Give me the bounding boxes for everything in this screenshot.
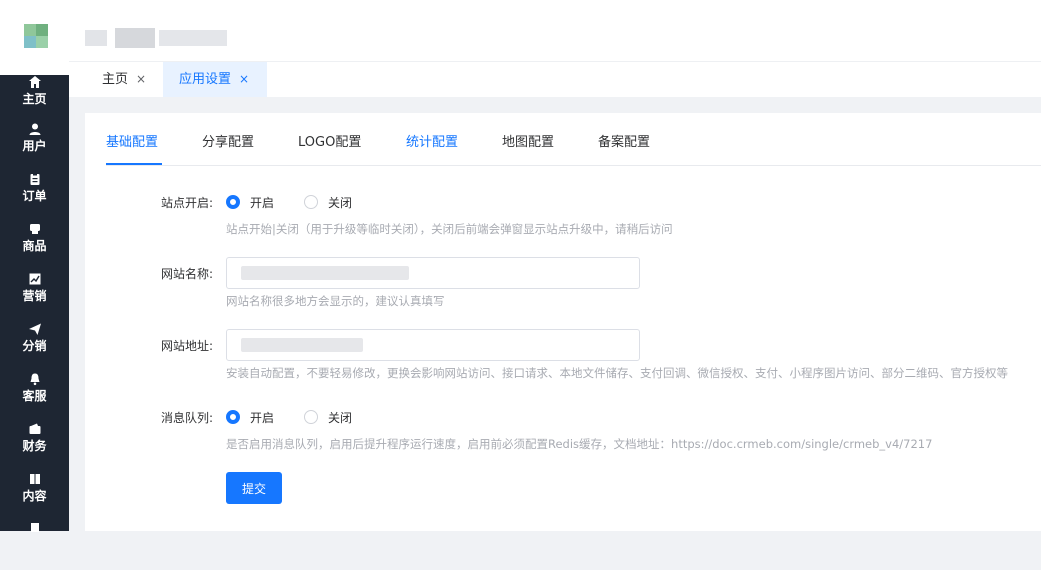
wallet-icon bbox=[29, 423, 40, 434]
home-icon bbox=[28, 76, 41, 88]
queue-on-label[interactable]: 开启 bbox=[250, 409, 274, 426]
blurred-header-title bbox=[85, 28, 227, 48]
tabs-divider bbox=[106, 165, 1041, 166]
tab-label: 主页 bbox=[102, 72, 129, 87]
queue-off-radio[interactable] bbox=[304, 410, 318, 424]
sidebar-item-label: 主页 bbox=[22, 92, 47, 106]
sidebar-item-label: 内容 bbox=[22, 489, 47, 503]
site-open-label: 站点开启: bbox=[160, 196, 213, 210]
sidebar: 主页 用户 订单 商品 营销 分销 客服 财务 内容 bbox=[0, 0, 69, 532]
site-open-on-label[interactable]: 开启 bbox=[250, 194, 274, 211]
sidebar-item-finance[interactable]: 财务 bbox=[0, 422, 69, 472]
sidebar-item-label: 分销 bbox=[22, 339, 47, 353]
bell-icon bbox=[30, 373, 39, 386]
submit-button[interactable]: 提交 bbox=[226, 472, 282, 504]
book-icon bbox=[29, 474, 40, 484]
logo-icon bbox=[24, 24, 48, 48]
tab-share-config[interactable]: 分享配置 bbox=[202, 131, 254, 150]
more-icon bbox=[30, 523, 39, 532]
tab-logo-config[interactable]: LOGO配置 bbox=[298, 131, 361, 150]
tab-map-config[interactable]: 地图配置 bbox=[502, 131, 554, 150]
sidebar-item-label: 商品 bbox=[22, 239, 47, 253]
tab-basic-config[interactable]: 基础配置 bbox=[106, 131, 158, 150]
send-icon bbox=[28, 323, 41, 335]
settings-panel: 基础配置 分享配置 LOGO配置 统计配置 地图配置 备案配置 站点开启: 开启… bbox=[85, 113, 1041, 531]
queue-label: 消息队列: bbox=[160, 411, 213, 425]
header bbox=[69, 0, 1041, 62]
tab-home[interactable]: 主页 × bbox=[69, 62, 159, 97]
site-open-off-label[interactable]: 关闭 bbox=[328, 194, 352, 211]
sidebar-item-label: 营销 bbox=[22, 289, 47, 303]
sidebar-item-users[interactable]: 用户 bbox=[0, 122, 69, 172]
tab-stats-config[interactable]: 统计配置 bbox=[406, 131, 458, 150]
clipboard-icon bbox=[30, 173, 39, 185]
tab-record-config[interactable]: 备案配置 bbox=[598, 131, 650, 150]
sidebar-item-products[interactable]: 商品 bbox=[0, 222, 69, 272]
user-icon bbox=[29, 123, 40, 135]
site-url-help: 安装自动配置，不要轻易修改，更换会影响网站访问、接口请求、本地文件储存、支付回调… bbox=[226, 366, 1008, 380]
close-icon[interactable]: × bbox=[239, 72, 249, 86]
close-icon[interactable]: × bbox=[136, 72, 146, 86]
chart-icon bbox=[29, 273, 40, 285]
site-name-input[interactable] bbox=[226, 257, 640, 289]
box-icon bbox=[29, 224, 40, 234]
queue-help: 是否启用消息队列，启用后提升程序运行速度，启用前必须配置Redis缓存，文档地址… bbox=[226, 437, 933, 451]
sidebar-item-more[interactable] bbox=[0, 520, 69, 570]
site-open-on-radio[interactable] bbox=[226, 195, 240, 209]
sidebar-item-label: 客服 bbox=[22, 389, 47, 403]
sidebar-item-label: 财务 bbox=[22, 439, 47, 453]
queue-off-label[interactable]: 关闭 bbox=[328, 409, 352, 426]
sidebar-item-label: 用户 bbox=[22, 139, 47, 153]
site-name-help: 网站名称很多地方会显示的，建议认真填写 bbox=[226, 294, 445, 308]
tabs-bar: 主页 × 应用设置 × bbox=[69, 62, 1041, 97]
site-open-off-radio[interactable] bbox=[304, 195, 318, 209]
site-url-input[interactable] bbox=[226, 329, 640, 361]
site-name-label: 网站名称: bbox=[160, 267, 213, 281]
sidebar-item-orders[interactable]: 订单 bbox=[0, 172, 69, 222]
tab-app-settings[interactable]: 应用设置 × bbox=[163, 62, 268, 97]
logo-area bbox=[0, 0, 69, 75]
sidebar-item-content[interactable]: 内容 bbox=[0, 472, 69, 522]
sidebar-item-home[interactable]: 主页 bbox=[0, 75, 69, 125]
sidebar-item-service[interactable]: 客服 bbox=[0, 372, 69, 422]
sidebar-item-label: 订单 bbox=[22, 189, 47, 203]
sidebar-item-distribution[interactable]: 分销 bbox=[0, 322, 69, 372]
site-url-label: 网站地址: bbox=[160, 339, 213, 353]
sidebar-item-marketing[interactable]: 营销 bbox=[0, 272, 69, 322]
queue-on-radio[interactable] bbox=[226, 410, 240, 424]
site-open-help: 站点开始|关闭（用于升级等临时关闭），关闭后前端会弹窗显示站点升级中，请稍后访问 bbox=[226, 222, 673, 236]
tab-label: 应用设置 bbox=[179, 72, 232, 87]
